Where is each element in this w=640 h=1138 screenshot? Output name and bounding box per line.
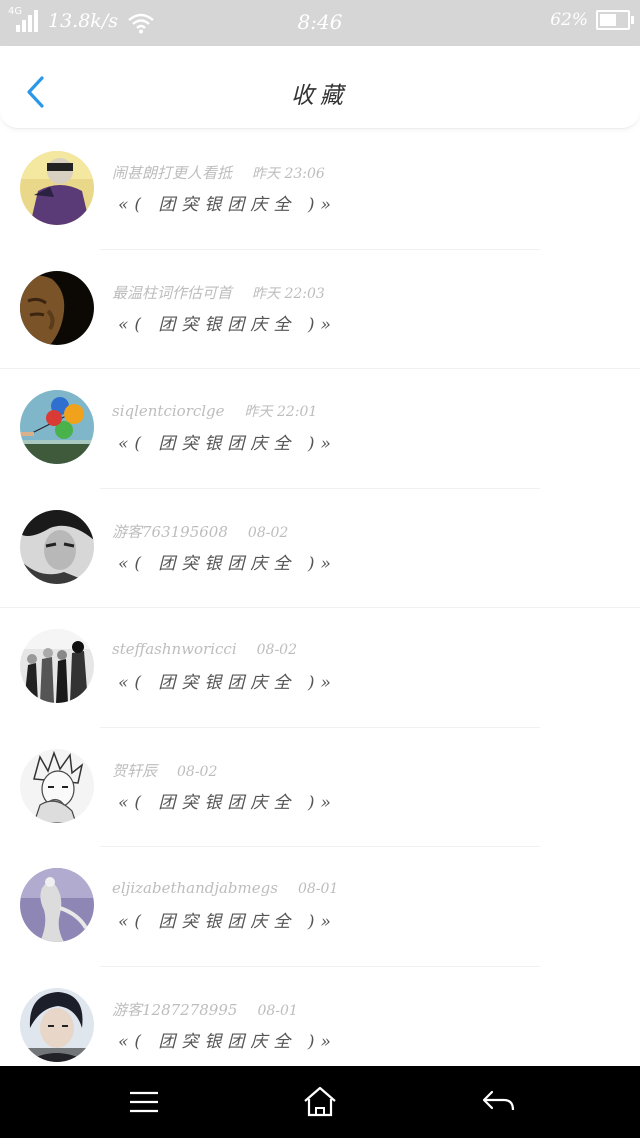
list-item[interactable]: 最温柱词作估可首 昨天 22:03 «( 团突银团庆全 )» — [0, 250, 640, 369]
timestamp: 昨天 22:01 — [244, 404, 318, 420]
avatar[interactable] — [20, 868, 94, 942]
username: 闹甚朗打更人看抵 — [112, 164, 233, 182]
back-arrow-icon[interactable] — [476, 1084, 520, 1120]
list-item[interactable]: 游客763195608 08-02 «( 团突银团庆全 )» — [0, 489, 640, 608]
username: 最温柱词作估可首 — [112, 283, 233, 302]
timestamp: 08-02 — [247, 524, 289, 541]
avatar[interactable] — [20, 390, 94, 464]
menu-icon[interactable] — [122, 1084, 166, 1120]
timestamp: 08-01 — [257, 1002, 298, 1019]
message-text: «( 团突银团庆全 )» — [118, 673, 337, 693]
timestamp: 昨天 22:03 — [252, 285, 325, 302]
list-item[interactable]: steffashnworicci 08-02 «( 团突银团庆全 )» — [0, 608, 640, 728]
avatar[interactable] — [20, 629, 94, 703]
item-meta: eljizabethandjabmegs 08-01 — [112, 879, 338, 897]
list-item[interactable]: 闹甚朗打更人看抵 昨天 23:06 «( 团突银团庆全 )» — [0, 130, 640, 250]
item-meta: siqlentciorclge 昨天 22:01 — [112, 401, 317, 421]
timestamp: 08-02 — [177, 763, 218, 780]
avatar[interactable] — [20, 509, 94, 584]
home-icon[interactable] — [298, 1084, 342, 1120]
timestamp: 08-01 — [297, 881, 339, 897]
username: steffashnworicci — [112, 640, 237, 658]
username: eljizabethandjabmegs — [112, 879, 278, 897]
list-item[interactable]: 贺轩辰 08-02 «( 团突银团庆全 )» — [0, 728, 640, 847]
avatar[interactable] — [20, 987, 94, 1062]
item-meta: 游客763195608 08-02 — [112, 521, 288, 542]
username: 游客763195608 — [112, 522, 228, 541]
timestamp: 昨天 23:06 — [252, 166, 325, 182]
message-text: «( 团突银团庆全 )» — [118, 912, 337, 932]
item-meta: 贺轩辰 08-02 — [112, 760, 217, 781]
list-item[interactable]: 游客1287278995 08-01 «( 团突银团庆全 )» — [0, 967, 640, 1067]
avatar[interactable] — [20, 748, 94, 823]
username: siqlentciorclge — [112, 402, 225, 420]
timestamp: 08-02 — [256, 642, 297, 658]
app-header: 收藏 — [0, 46, 640, 129]
message-text: «( 团突银团庆全 )» — [118, 1031, 337, 1052]
message-text: «( 团突银团庆全 )» — [118, 434, 337, 454]
clock: 8:46 — [297, 10, 343, 34]
list-item[interactable]: siqlentciorclge 昨天 22:01 «( 团突银团庆全 )» — [0, 369, 640, 489]
avatar[interactable] — [20, 270, 94, 345]
item-meta: 闹甚朗打更人看抵 昨天 23:06 — [112, 162, 325, 183]
username: 贺轩辰 — [112, 761, 158, 780]
status-bar: 4G 13.8k/s 8:46 62% — [0, 0, 640, 46]
username: 游客1287278995 — [112, 1000, 238, 1019]
list-item[interactable]: eljizabethandjabmegs 08-01 «( 团突银团庆全 )» — [0, 847, 640, 967]
avatar[interactable] — [20, 151, 94, 225]
message-text: «( 团突银团庆全 )» — [118, 314, 337, 335]
battery-icon — [596, 10, 634, 30]
favorites-list: 闹甚朗打更人看抵 昨天 23:06 «( 团突银团庆全 )» 最温柱词作估可首 昨天… — [0, 130, 640, 1066]
item-meta: steffashnworicci 08-02 — [112, 640, 297, 658]
message-text: «( 团突银团庆全 )» — [118, 195, 337, 215]
message-text: «( 团突银团庆全 )» — [118, 553, 337, 574]
navigation-bar — [0, 1066, 640, 1138]
page-title: 收藏 — [291, 83, 349, 109]
battery-percent: 62% — [550, 10, 588, 30]
item-meta: 游客1287278995 08-01 — [112, 999, 298, 1020]
message-text: «( 团突银团庆全 )» — [118, 792, 337, 813]
item-meta: 最温柱词作估可首 昨天 22:03 — [112, 282, 325, 303]
